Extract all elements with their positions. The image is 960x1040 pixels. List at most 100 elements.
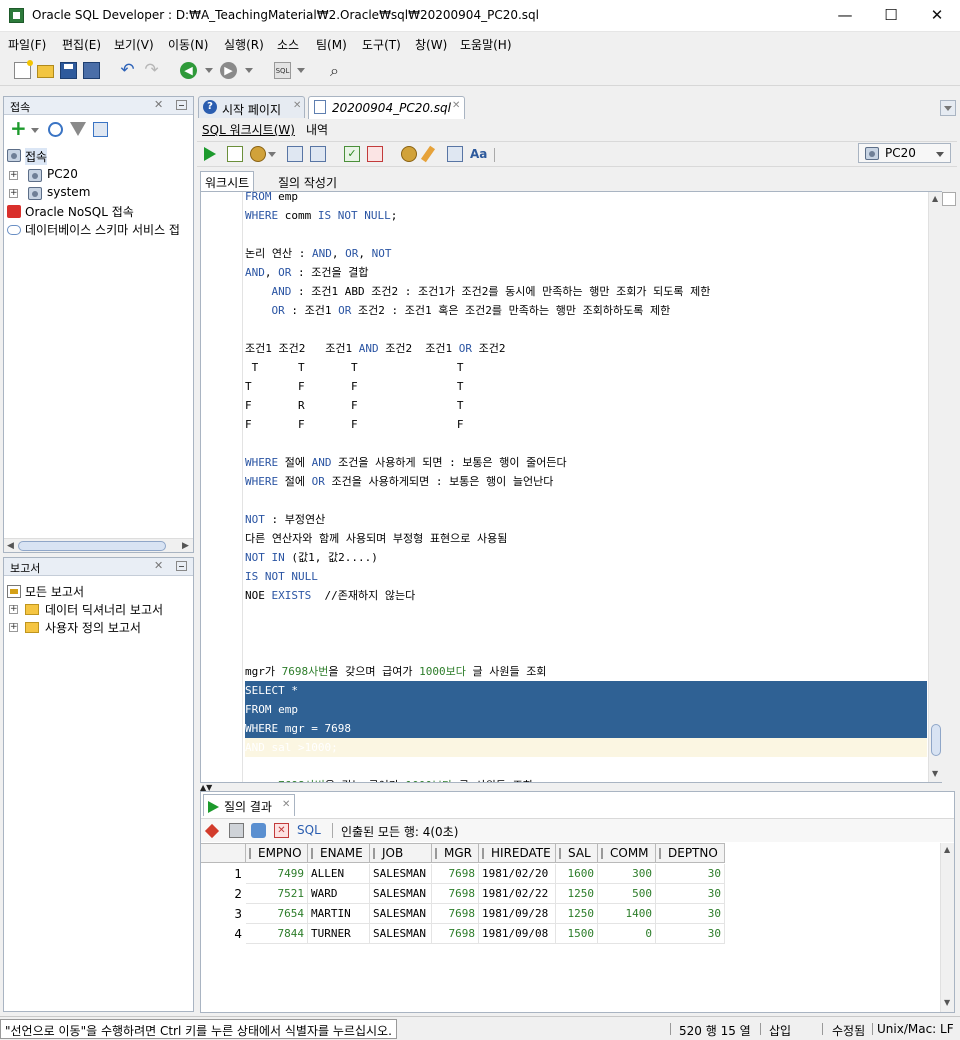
code-line[interactable]: SELECT *: [245, 681, 298, 700]
scroll-left-icon[interactable]: ◀: [7, 541, 14, 551]
table-cell[interactable]: 1250: [556, 904, 598, 924]
autotrace-icon[interactable]: [250, 146, 266, 162]
table-cell[interactable]: 300: [598, 864, 656, 884]
close-tab-icon[interactable]: ✕: [452, 100, 460, 111]
code-line[interactable]: 다른 연산자와 함께 사용되며 부정형 표현으로 사용됨: [245, 529, 507, 548]
refresh-icon[interactable]: [48, 122, 63, 137]
code-line[interactable]: AND : 조건1 ABD 조건2 : 조건1가 조건2를 동시에 만족하는 행…: [245, 282, 711, 301]
tab-sql-file[interactable]: 20200904_PC20.sql ✕: [308, 96, 465, 119]
open-folder-icon[interactable]: [37, 65, 54, 78]
expand-icon[interactable]: +: [9, 171, 18, 180]
table-cell[interactable]: 1400: [598, 904, 656, 924]
tab-query-result[interactable]: 질의 결과 ✕: [203, 794, 295, 816]
menu-window[interactable]: 창(W): [415, 36, 447, 53]
table-cell[interactable]: 7521: [246, 884, 308, 904]
unshared-sql-icon[interactable]: [401, 146, 417, 162]
menu-file[interactable]: 파일(F): [8, 36, 46, 53]
scroll-up-icon[interactable]: ▲: [932, 194, 938, 203]
scroll-thumb[interactable]: [931, 724, 941, 756]
to-upper-lower-icon[interactable]: Aa: [470, 146, 487, 162]
table-cell[interactable]: SALESMAN: [370, 864, 432, 884]
filter-icon[interactable]: [70, 122, 86, 136]
back-arrow-icon[interactable]: ◀: [180, 62, 197, 79]
code-line[interactable]: -- 7698사번을 갖는 급여가 1000보다 글 사원들 조회: [245, 776, 533, 782]
save-all-icon[interactable]: [83, 62, 100, 79]
tree-item-system[interactable]: + system: [7, 185, 187, 203]
column-header-deptno[interactable]: DEPTNO: [656, 843, 725, 863]
table-cell[interactable]: 30: [656, 864, 725, 884]
code-line[interactable]: 조건1 조건2 조건1 AND 조건2 조건1 OR 조건2: [245, 339, 506, 358]
sql-dropdown-icon[interactable]: [297, 68, 305, 73]
table-cell[interactable]: 7654: [246, 904, 308, 924]
tab-history[interactable]: 내역: [306, 121, 328, 138]
column-header-job[interactable]: JOB: [370, 843, 432, 863]
menu-view[interactable]: 보기(V): [114, 36, 154, 53]
new-file-icon[interactable]: [14, 60, 33, 79]
code-line[interactable]: OR : 조건1 OR 조건2 : 조건1 혹은 조건2를 만족하는 행만 조회…: [245, 301, 671, 320]
close-icon[interactable]: ✕: [154, 559, 163, 572]
pin-icon[interactable]: [204, 823, 220, 839]
forward-arrow-icon[interactable]: ▶: [220, 62, 237, 79]
expand-icon[interactable]: +: [9, 189, 18, 198]
forward-dropdown-icon[interactable]: [245, 68, 253, 73]
autotrace-dropdown-icon[interactable]: [268, 152, 276, 157]
table-cell[interactable]: SALESMAN: [370, 884, 432, 904]
scroll-right-icon[interactable]: ▶: [182, 541, 189, 551]
clear-icon[interactable]: [420, 145, 441, 163]
table-cell[interactable]: 1981/09/08: [479, 924, 556, 944]
table-cell[interactable]: WARD: [308, 884, 370, 904]
row-number[interactable]: 2: [201, 884, 246, 904]
column-header-empno[interactable]: EMPNO: [246, 843, 308, 863]
tree-item-data-dictionary-reports[interactable]: + 데이터 딕셔너리 보고서: [7, 601, 193, 619]
result-vertical-scrollbar[interactable]: ▲ ▼: [940, 843, 954, 1012]
column-header-hiredate[interactable]: HIREDATE: [479, 843, 556, 863]
run-statement-icon[interactable]: [204, 147, 216, 161]
table-cell[interactable]: 7499: [246, 864, 308, 884]
commit-icon[interactable]: ✓: [344, 146, 360, 162]
sql-editor[interactable]: FROM emp WHERE comm IS NOT NULL; 논리 연산 : A…: [200, 191, 942, 783]
code-line[interactable]: IS NOT NULL: [245, 567, 318, 586]
sql-history-icon[interactable]: [447, 146, 463, 162]
delete-icon[interactable]: ✕: [274, 823, 289, 838]
print-icon[interactable]: [229, 823, 244, 838]
table-cell[interactable]: 1981/02/22: [479, 884, 556, 904]
menu-help[interactable]: 도움말(H): [460, 36, 512, 53]
code-line[interactable]: NOT : 부정연산: [245, 510, 325, 529]
code-line[interactable]: NOE EXISTS //존재하지 않는다: [245, 586, 415, 605]
code-line[interactable]: WHERE comm IS NOT NULL;: [245, 206, 397, 225]
table-cell[interactable]: 1600: [556, 864, 598, 884]
explain-plan-icon[interactable]: [287, 146, 303, 162]
code-line[interactable]: T F F T: [245, 377, 464, 396]
tree-item-all-reports[interactable]: 모든 보고서: [7, 583, 193, 601]
close-button[interactable]: ✕: [914, 0, 960, 32]
column-header-ename[interactable]: ENAME: [308, 843, 370, 863]
expand-icon[interactable]: +: [9, 623, 18, 632]
add-connection-dropdown-icon[interactable]: [31, 128, 39, 133]
code-line[interactable]: NOT IN (값1, 값2....): [245, 548, 378, 567]
tree-item-pc20[interactable]: + PC20: [7, 167, 187, 185]
sql-link[interactable]: SQL: [297, 823, 321, 837]
table-cell[interactable]: ALLEN: [308, 864, 370, 884]
tree-item-schema-service[interactable]: 데이터베이스 스키마 서비스 접: [7, 221, 193, 239]
scroll-down-icon[interactable]: ▼: [944, 998, 950, 1007]
table-cell[interactable]: 7844: [246, 924, 308, 944]
table-cell[interactable]: 7698: [432, 904, 479, 924]
menu-team[interactable]: 팀(M): [316, 36, 347, 53]
rollback-icon[interactable]: [367, 146, 383, 162]
minimize-pane-icon[interactable]: [176, 561, 187, 571]
redo-icon[interactable]: ↷: [143, 62, 160, 79]
table-cell[interactable]: 30: [656, 904, 725, 924]
row-number[interactable]: 4: [201, 924, 246, 944]
split-arrows-icon[interactable]: ▲▼: [200, 783, 230, 792]
table-cell[interactable]: 0: [598, 924, 656, 944]
code-line[interactable]: WHERE 절에 AND 조건을 사용하게 되면 : 보통은 행이 줄어든다: [245, 453, 567, 472]
close-icon[interactable]: ✕: [154, 98, 163, 111]
menu-tools[interactable]: 도구(T): [362, 36, 401, 53]
menu-run[interactable]: 실행(R): [224, 36, 264, 53]
code-line[interactable]: 논리 연산 : AND, OR, NOT: [245, 244, 391, 263]
table-cell[interactable]: 1981/09/28: [479, 904, 556, 924]
table-cell[interactable]: TURNER: [308, 924, 370, 944]
minimize-button[interactable]: —: [822, 0, 868, 32]
code-line[interactable]: F R F T: [245, 396, 464, 415]
maximize-button[interactable]: ☐: [868, 0, 914, 32]
